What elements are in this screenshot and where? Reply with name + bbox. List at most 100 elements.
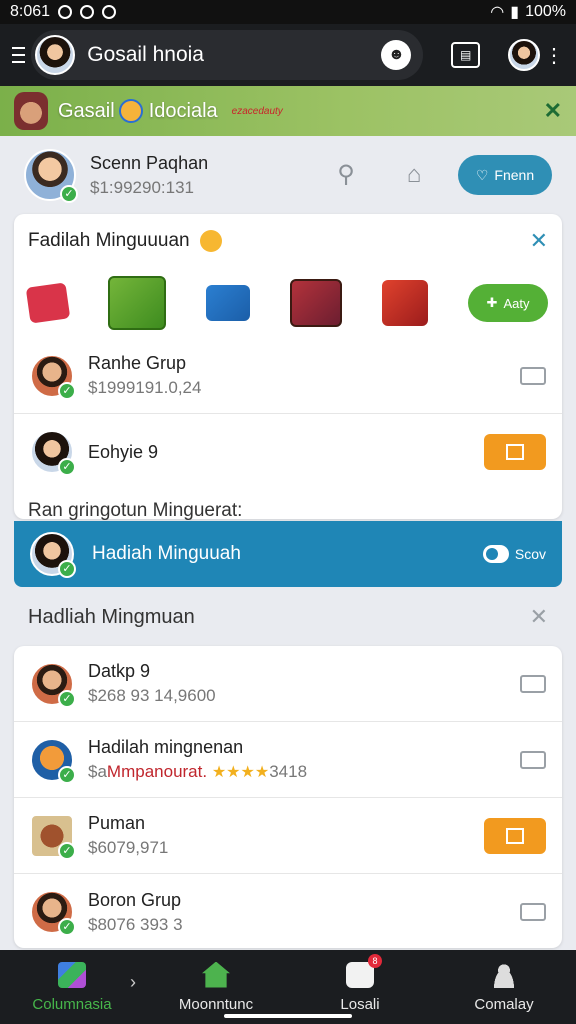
nav-label: Columnasia [32, 995, 112, 1013]
home-indicator[interactable] [224, 1014, 352, 1018]
nav-item-home[interactable]: Columnasia › [0, 950, 144, 1024]
banner-tag: ezacedauty [231, 105, 283, 117]
wink-emoji-icon [199, 230, 222, 252]
banner-title: Gasail [58, 99, 115, 122]
list-item[interactable]: ✓ Datkp 9 $268 93 14,9600 [14, 646, 562, 722]
wifi-icon: ◠ [490, 4, 505, 21]
item-name: Eohyie 9 [88, 441, 159, 462]
verified-icon: ✓ [60, 185, 78, 203]
square-icon [506, 827, 524, 844]
selected-label: Hadiah Minguuah [92, 543, 241, 564]
avatar: ✓ [30, 890, 76, 936]
status-time: 8:061 [10, 3, 51, 20]
bottom-nav: Columnasia › Moonntunc 8 Losali Comalay [0, 950, 576, 1024]
message-icon[interactable] [520, 674, 546, 693]
mascot-icon [14, 92, 48, 130]
message-icon[interactable] [520, 903, 546, 921]
item-sub-prefix: $a [88, 762, 107, 781]
action-button[interactable] [484, 434, 546, 470]
notification-icon [80, 5, 95, 19]
game-icon[interactable] [290, 279, 342, 327]
list-item[interactable]: ✓ Puman $6079,971 [14, 798, 562, 874]
verified-icon: ✓ [58, 765, 76, 784]
avatar: ✓ [24, 149, 78, 203]
close-icon[interactable]: ✕ [530, 228, 548, 254]
item-sub-suffix: 3418 [269, 762, 308, 781]
list-item[interactable]: ✓ Boron Grup $8076 393 3 [14, 874, 562, 950]
game-strip: ✚ Aaty [14, 268, 562, 338]
profile-row[interactable]: ✓ Scenn Paqhan $1:99290:131 ⚲ ⌂ ♡ Fnenn [0, 138, 576, 212]
verified-icon: ✓ [58, 841, 76, 860]
item-name: Datkp 9 [88, 661, 151, 681]
house-icon [202, 961, 230, 988]
notification-badge: 8 [368, 953, 382, 968]
message-icon[interactable] [520, 366, 546, 385]
rating-stars: ★★★★ [211, 764, 270, 781]
square-icon [506, 444, 524, 460]
score-label: Scov [514, 546, 546, 562]
house-icon[interactable]: ⌂ [400, 161, 428, 189]
list-item[interactable]: ✓ Hadilah mingnenan $aMmpanourat. ★★★★34… [14, 722, 562, 798]
section-title: Hadliah Mingmuan [28, 605, 195, 628]
item-sub: $268 93 14,9600 [88, 686, 216, 705]
add-button[interactable]: ✚ Aaty [468, 284, 548, 322]
nav-item-messages[interactable]: 8 Losali [288, 950, 432, 1024]
menu-icon[interactable] [12, 47, 26, 63]
account-pill[interactable]: Gosail hnoia ☻ [31, 30, 424, 80]
close-icon[interactable]: ✕ [544, 98, 562, 124]
close-icon[interactable]: ✕ [530, 604, 548, 630]
promo-banner[interactable]: Gasail Idociala ezacedauty ✕ [0, 86, 576, 136]
more-icon[interactable]: ⋮ [544, 43, 564, 68]
follow-button[interactable]: ♡ Fnenn [458, 155, 552, 195]
list-card: ✓ Datkp 9 $268 93 14,9600 ✓ Hadilah ming… [14, 646, 562, 948]
selected-item[interactable]: ✓ Hadiah Minguuah Scov [14, 521, 562, 587]
section-header: Hadliah Mingmuan ✕ [14, 595, 562, 639]
pin-icon[interactable]: ⚲ [332, 161, 360, 189]
profile-avatar[interactable] [508, 39, 540, 71]
avatar: ✓ [30, 430, 76, 476]
game-icon[interactable] [25, 282, 71, 324]
verified-icon: ✓ [58, 381, 76, 400]
verified-icon: ✓ [58, 689, 76, 708]
verified-icon: ✓ [58, 918, 76, 936]
game-icon[interactable] [382, 280, 428, 326]
avatar: ✓ [30, 353, 76, 400]
battery-level: 100% [525, 3, 566, 20]
game-icon[interactable] [108, 276, 166, 330]
action-button[interactable] [484, 817, 546, 854]
nav-label: Moonntunc [178, 995, 254, 1013]
chevron-right-icon: › [130, 972, 136, 992]
banner-title-2: Idociala [148, 99, 218, 122]
list-item[interactable]: ✓ Ranhe Grup $1999191.0,24 [14, 338, 562, 414]
chat-bubble-icon: ♡ [475, 166, 489, 183]
nav-item-profile[interactable]: Comalay [432, 950, 576, 1024]
status-bar: 8:061 ◠ ▮ 100% [0, 0, 576, 24]
profile-name: Scenn Paqhan [90, 152, 209, 173]
list-item[interactable]: ✓ Eohyie 9 [14, 414, 562, 490]
messages-icon: 8 [346, 953, 382, 988]
avatar: ✓ [30, 813, 76, 860]
item-sub: $8076 393 3 [88, 914, 183, 934]
app-title: Gosail hnoia [87, 43, 204, 66]
item-name: Hadilah mingnenan [88, 737, 244, 757]
message-icon[interactable] [520, 750, 546, 769]
verified-icon: ✓ [58, 560, 76, 578]
item-sub: $aMmpanourat. ★★★★3418 [88, 762, 307, 782]
notification-icon [102, 5, 117, 19]
item-sub-highlight: Mmpanourat. [106, 762, 208, 781]
item-name: Puman [88, 813, 146, 833]
game-icon[interactable] [206, 285, 250, 321]
puzzle-icon: ✚ [486, 295, 498, 310]
item-name: Ranhe Grup [88, 353, 187, 373]
nav-label: Comalay [474, 995, 534, 1013]
nav-item-feed[interactable]: Moonntunc [144, 950, 288, 1024]
add-button-label: Aaty [503, 295, 530, 311]
toggle-icon[interactable] [482, 545, 509, 563]
card-title: Fadilah Minguuuan [28, 230, 190, 251]
bot-icon[interactable]: ☻ [381, 40, 412, 70]
person-icon [490, 961, 518, 988]
badge-icon [118, 99, 143, 123]
id-card-icon[interactable]: ▤ [451, 42, 480, 68]
item-sub: $6079,971 [88, 838, 169, 857]
avatar: ✓ [30, 532, 76, 578]
